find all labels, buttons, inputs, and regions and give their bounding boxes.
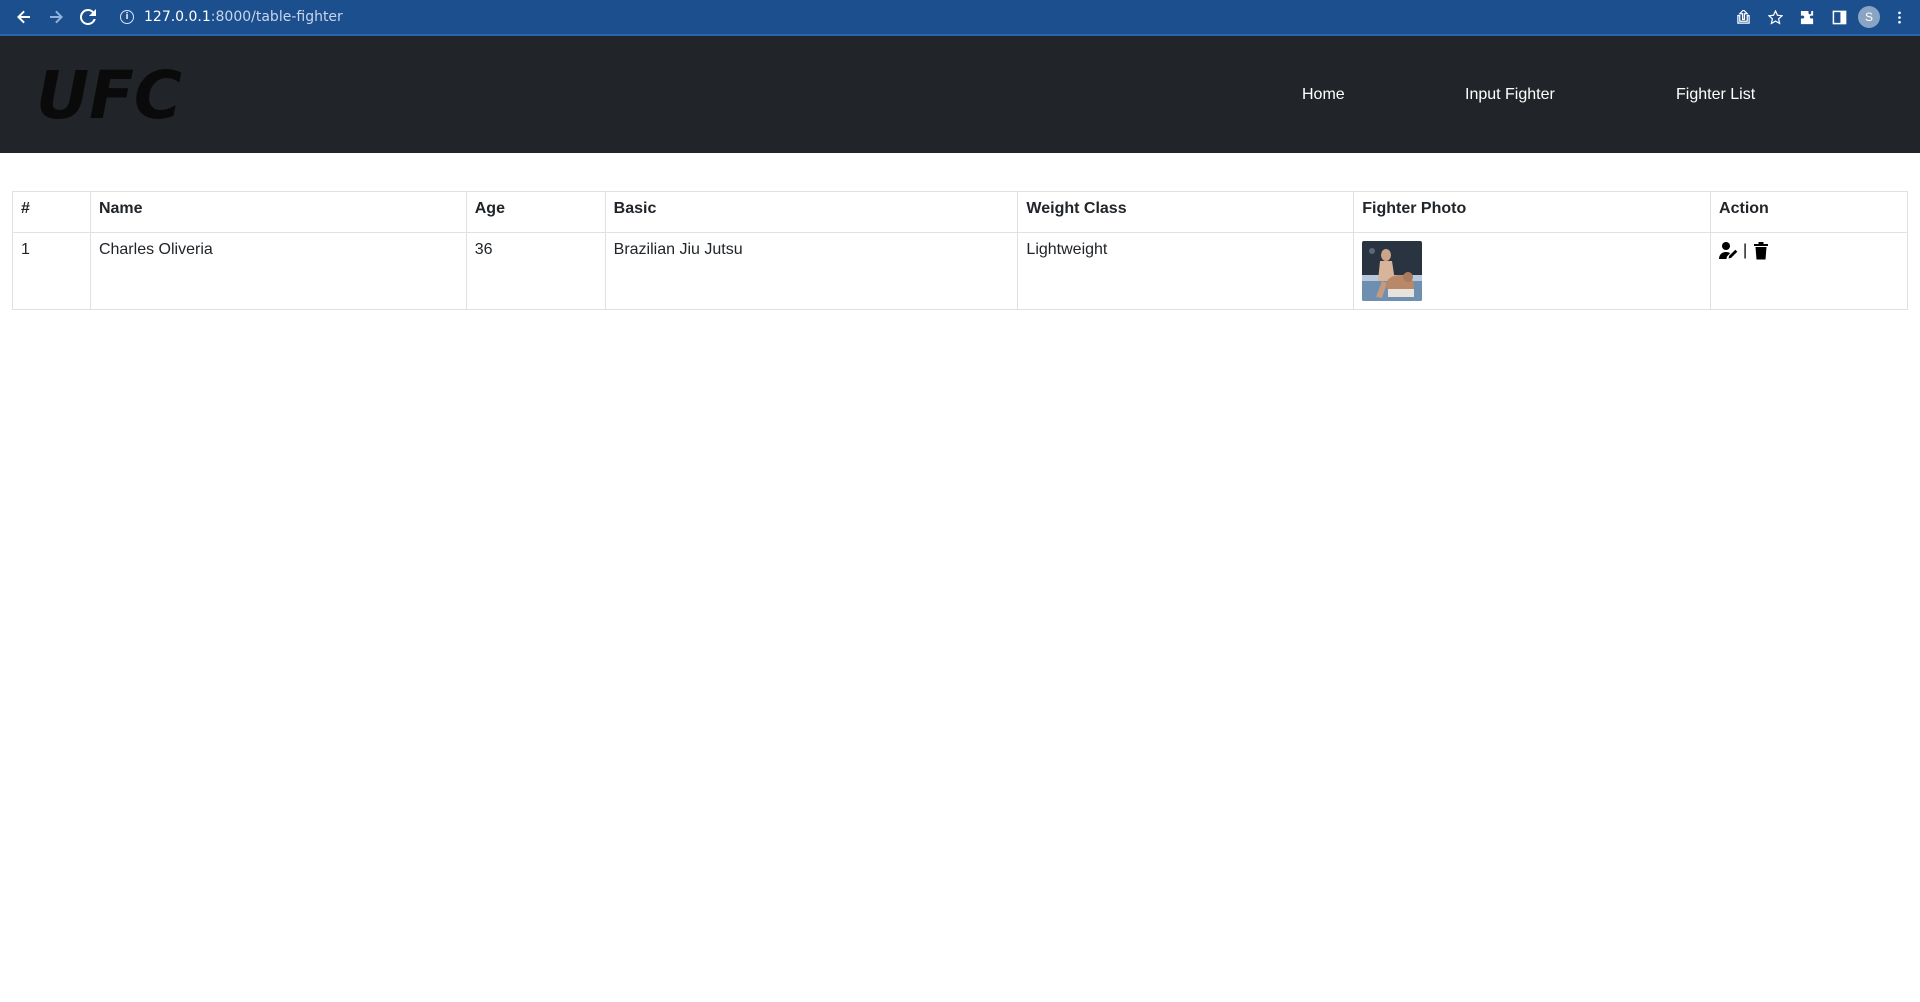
header-fighter-photo: Fighter Photo bbox=[1353, 191, 1712, 233]
browser-toolbar: i 127.0.0.1:8000/table-fighter S bbox=[0, 0, 1920, 34]
arrow-right-icon bbox=[50, 10, 63, 24]
header-basic: Basic bbox=[604, 191, 1019, 233]
share-icon[interactable] bbox=[1730, 4, 1756, 30]
cell-action: | bbox=[1710, 232, 1908, 310]
header-age: Age bbox=[465, 191, 606, 233]
profile-avatar[interactable]: S bbox=[1858, 6, 1880, 28]
menu-kebab-icon[interactable] bbox=[1886, 4, 1912, 30]
forward-button[interactable] bbox=[40, 2, 72, 32]
nav-fighter-list[interactable]: Fighter List bbox=[1676, 86, 1755, 104]
nav-input-fighter[interactable]: Input Fighter bbox=[1465, 86, 1555, 104]
row-actions: | bbox=[1719, 241, 1899, 261]
nav-home[interactable]: Home bbox=[1302, 86, 1345, 104]
header-index: # bbox=[12, 191, 91, 233]
fighter-photo[interactable] bbox=[1362, 241, 1423, 301]
back-button[interactable] bbox=[8, 2, 40, 32]
edit-user-icon[interactable] bbox=[1719, 241, 1739, 261]
trash-icon[interactable] bbox=[1751, 241, 1771, 261]
star-icon[interactable] bbox=[1762, 4, 1788, 30]
fighter-table: # Name Age Basic Weight Class Fighter Ph… bbox=[12, 191, 1908, 310]
logo-text: UFC bbox=[36, 67, 182, 123]
reload-icon bbox=[80, 9, 96, 25]
main-content: # Name Age Basic Weight Class Fighter Ph… bbox=[0, 153, 1920, 310]
cell-age: 36 bbox=[465, 232, 606, 310]
table-row: 1 Charles Oliveria 36 Brazilian Jiu Juts… bbox=[12, 232, 1908, 310]
cell-weight-class: Lightweight bbox=[1017, 232, 1355, 310]
cell-name: Charles Oliveria bbox=[89, 232, 467, 310]
site-navbar: UFC Home Input Fighter Fighter List bbox=[0, 36, 1920, 153]
ufc-logo: UFC bbox=[36, 67, 182, 123]
arrow-left-icon bbox=[17, 10, 30, 24]
extensions-icon[interactable] bbox=[1794, 4, 1820, 30]
cell-index: 1 bbox=[12, 232, 91, 310]
cell-fighter-photo bbox=[1353, 232, 1712, 310]
reload-button[interactable] bbox=[72, 2, 104, 32]
url-host: 127.0.0.1 bbox=[144, 9, 211, 25]
cell-basic: Brazilian Jiu Jutsu bbox=[604, 232, 1019, 310]
side-panel-icon[interactable] bbox=[1826, 4, 1852, 30]
info-icon[interactable]: i bbox=[120, 10, 134, 24]
address-bar[interactable]: i 127.0.0.1:8000/table-fighter bbox=[110, 4, 1722, 30]
table-header-row: # Name Age Basic Weight Class Fighter Ph… bbox=[12, 191, 1908, 233]
ufc-logo-link[interactable]: UFC bbox=[34, 67, 186, 123]
url-path: :8000/table-fighter bbox=[210, 9, 343, 25]
action-separator: | bbox=[1743, 242, 1748, 259]
header-weight-class: Weight Class bbox=[1017, 191, 1355, 233]
header-name: Name bbox=[89, 191, 467, 233]
header-action: Action bbox=[1710, 191, 1908, 233]
browser-actions: S bbox=[1730, 4, 1912, 30]
